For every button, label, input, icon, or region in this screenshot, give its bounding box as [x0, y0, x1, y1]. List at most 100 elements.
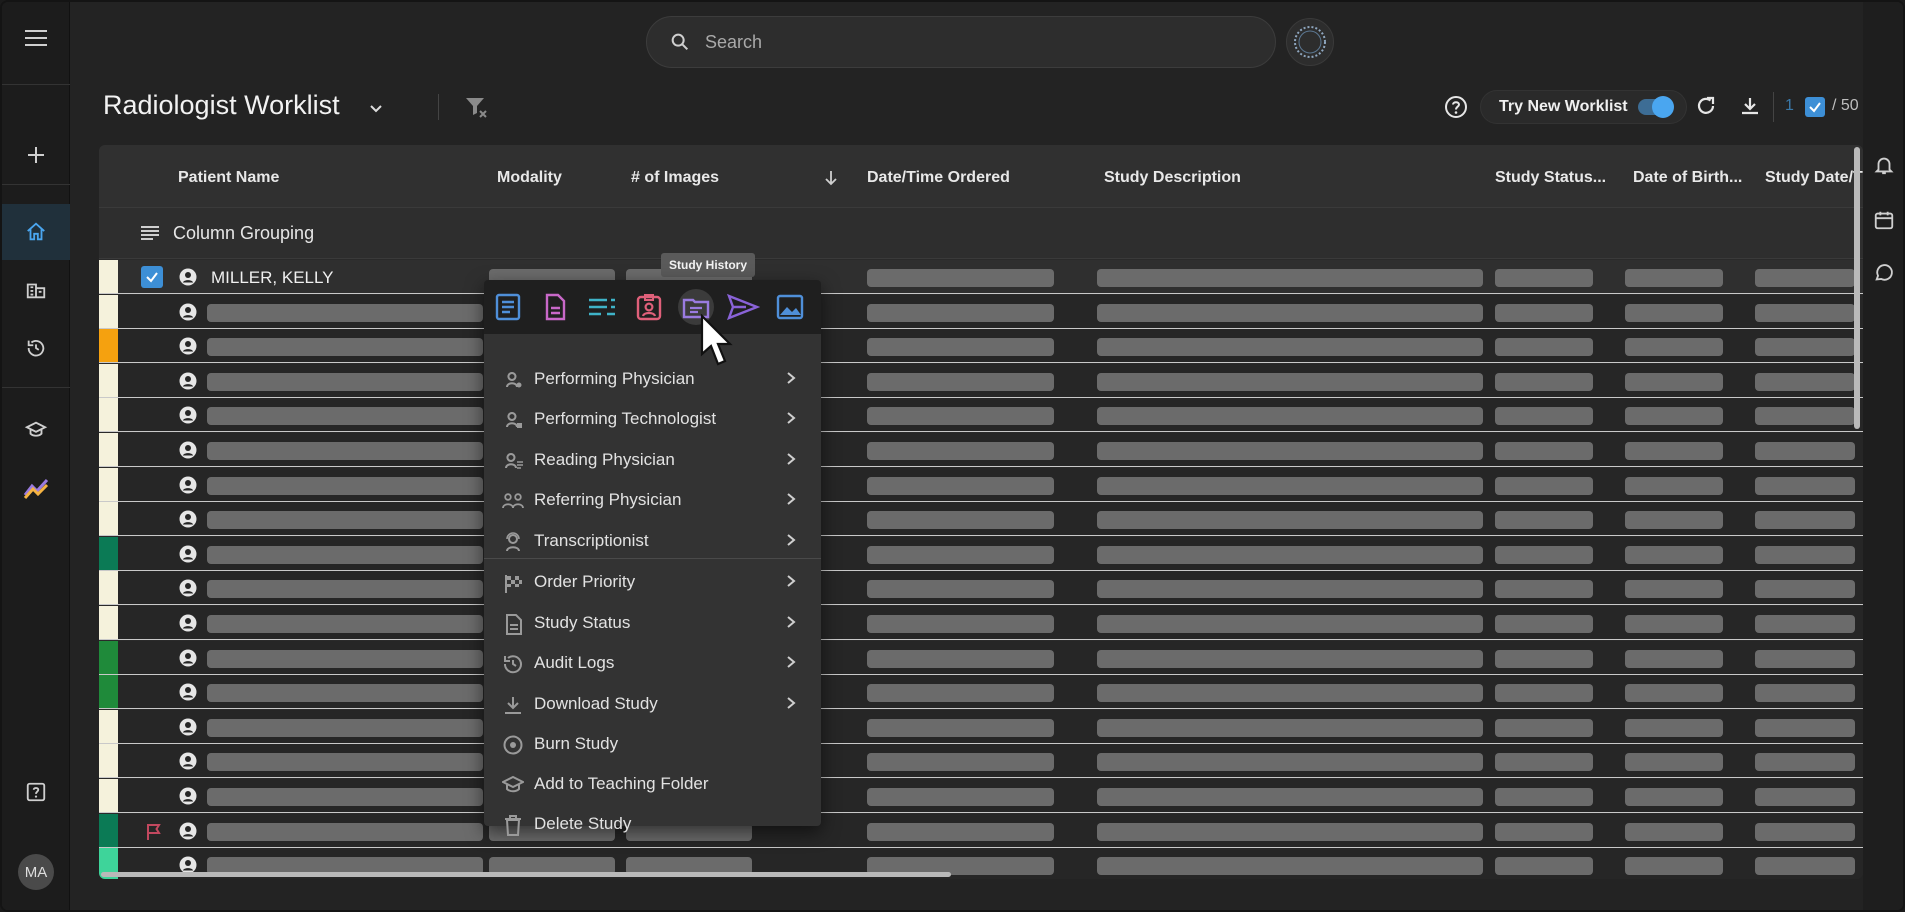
nav-facilities[interactable] [2, 262, 70, 318]
help-center-button[interactable] [2, 764, 70, 820]
patient-account-icon [179, 649, 197, 667]
search-input[interactable] [705, 31, 1225, 53]
table-row[interactable] [99, 433, 1863, 467]
view-images-button[interactable] [772, 289, 808, 325]
priority-flag-icon[interactable] [144, 822, 164, 847]
logo-icon [1294, 26, 1326, 58]
list-view-button[interactable] [584, 289, 620, 325]
menu-item-study-status[interactable]: Study Status [484, 603, 821, 643]
redacted-cell-placeholder [207, 372, 483, 391]
bell-icon [1874, 157, 1894, 175]
menu-item-reading-physician[interactable]: Reading Physician [484, 440, 821, 480]
menu-item-audit-logs[interactable]: Audit Logs [484, 643, 821, 683]
menu-item-performing-physician[interactable]: Performing Physician [484, 359, 821, 399]
redacted-cell-placeholder [867, 545, 1054, 564]
table-row[interactable] [99, 813, 1863, 848]
sort-arrow-down-icon[interactable] [823, 169, 839, 187]
table-row[interactable] [99, 363, 1863, 398]
row-status-stripe [99, 606, 118, 639]
calendar-button[interactable] [1871, 207, 1897, 233]
redacted-cell-placeholder [1495, 511, 1593, 530]
avatar[interactable]: MA [18, 854, 54, 890]
table-row[interactable] [99, 536, 1863, 571]
table-row[interactable] [99, 398, 1863, 433]
patient-account-icon [179, 337, 197, 355]
redacted-cell-placeholder [1625, 822, 1723, 841]
menu-item-performing-technologist[interactable]: Performing Technologist [484, 399, 821, 439]
redacted-cell-placeholder [1495, 857, 1593, 876]
study-history-tooltip: Study History [661, 253, 756, 277]
row-status-stripe [99, 640, 118, 674]
nav-teaching[interactable] [2, 402, 70, 458]
patient-account-icon [179, 372, 197, 390]
nav-history[interactable] [2, 320, 70, 376]
column-header-number-of-images[interactable]: # of Images [631, 169, 719, 187]
menu-item-transcriptionist[interactable]: Transcriptionist [484, 521, 821, 561]
brand-logo[interactable] [1286, 18, 1334, 66]
redacted-cell-placeholder [1755, 580, 1855, 599]
select-all-checkbox[interactable] [1805, 97, 1825, 117]
hamburger-icon [25, 30, 47, 46]
table-row[interactable] [99, 294, 1863, 329]
patient-account-icon [179, 614, 197, 632]
table-row[interactable] [99, 744, 1863, 779]
table-row[interactable] [99, 640, 1863, 675]
table-row[interactable]: MILLER, KELLY [99, 260, 1863, 294]
context-menu: Performing Physician Performing Technolog… [484, 280, 821, 836]
redacted-cell-placeholder [1097, 407, 1483, 426]
try-new-worklist-toggle[interactable]: Try New Worklist [1480, 90, 1687, 124]
chat-button[interactable] [1871, 260, 1897, 286]
hamburger-menu-button[interactable] [2, 10, 70, 66]
redacted-cell-placeholder [1625, 545, 1723, 564]
column-header-study-description[interactable]: Study Description [1104, 169, 1241, 187]
document-button[interactable] [537, 289, 573, 325]
column-header-study-date[interactable]: Study Date/T [1765, 169, 1863, 187]
table-row[interactable] [99, 709, 1863, 744]
vertical-scrollbar[interactable] [1854, 147, 1860, 429]
table-row[interactable] [99, 502, 1863, 537]
table-row[interactable] [99, 467, 1863, 502]
download-button[interactable] [1738, 94, 1762, 123]
add-button[interactable] [2, 127, 70, 183]
table-row[interactable] [99, 329, 1863, 364]
redacted-cell-placeholder [1755, 511, 1855, 530]
row-status-stripe [99, 398, 118, 432]
column-header-study-status[interactable]: Study Status... [1495, 169, 1606, 187]
menu-item-order-priority[interactable]: Order Priority [484, 562, 821, 602]
check-icon [1809, 102, 1821, 113]
table-row[interactable] [99, 779, 1863, 813]
grid-header: Patient Name Modality # of Images Date/T… [99, 145, 1863, 207]
column-header-modality[interactable]: Modality [497, 169, 562, 187]
menu-item-download-study[interactable]: Download Study [484, 684, 821, 724]
redacted-cell-placeholder [1097, 545, 1483, 564]
toggle-switch[interactable] [1637, 96, 1674, 118]
refresh-button[interactable] [1694, 94, 1718, 123]
column-grouping-row[interactable]: Column Grouping [99, 207, 1863, 259]
clear-filters-button[interactable] [463, 94, 489, 125]
menu-item-burn-study[interactable]: Burn Study [484, 724, 821, 764]
redacted-cell-placeholder [1097, 718, 1483, 737]
view-report-button[interactable] [490, 289, 526, 325]
flag-checkered-icon [502, 572, 524, 594]
row-checkbox[interactable] [141, 266, 163, 288]
patient-card-icon [636, 294, 662, 321]
table-row[interactable] [99, 606, 1863, 640]
column-header-patient-name[interactable]: Patient Name [178, 169, 279, 187]
search-icon [671, 33, 689, 51]
table-row[interactable] [99, 675, 1863, 710]
column-header-date-of-birth[interactable]: Date of Birth... [1633, 169, 1742, 187]
nav-analytics[interactable] [2, 460, 70, 516]
patient-card-button[interactable] [631, 289, 667, 325]
horizontal-scrollbar[interactable] [101, 872, 951, 877]
notifications-button[interactable] [1871, 152, 1897, 178]
help-button[interactable] [1443, 94, 1469, 125]
table-row[interactable] [99, 571, 1863, 606]
menu-item-add-to-teaching-folder[interactable]: Add to Teaching Folder [484, 764, 821, 804]
menu-item-delete-study[interactable]: Delete Study [484, 804, 821, 844]
menu-item-referring-physician[interactable]: Referring Physician [484, 480, 821, 520]
column-header-date-time-ordered[interactable]: Date/Time Ordered [867, 169, 1010, 187]
worklist-dropdown-button[interactable] [366, 98, 386, 123]
nav-home[interactable] [2, 204, 70, 260]
search-bar[interactable] [646, 16, 1276, 68]
redacted-cell-placeholder [207, 684, 483, 703]
